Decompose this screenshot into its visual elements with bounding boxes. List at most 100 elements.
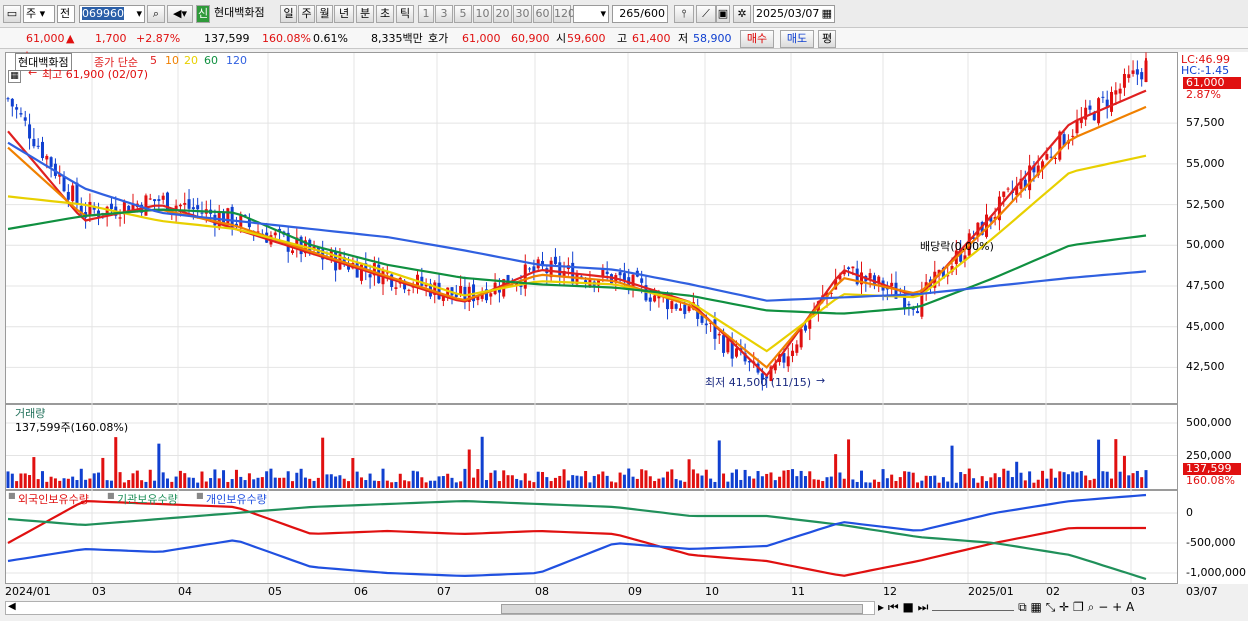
candle-body [648, 297, 652, 302]
x-tick-label: 10 [705, 585, 719, 598]
layout-icon[interactable]: ⧉ [1018, 600, 1027, 614]
volume-bar [597, 474, 601, 488]
horizontal-scrollbar[interactable]: ◀ [5, 601, 875, 615]
volume-bar [812, 479, 816, 488]
volume-bar [226, 481, 230, 488]
pan-icon[interactable]: ⤡ [1046, 600, 1056, 614]
volume-bar [842, 478, 846, 488]
volume-bar [760, 476, 764, 488]
candle-body [605, 271, 609, 275]
volume-bar [1140, 477, 1144, 488]
volume-bar [747, 476, 751, 488]
volume-bar [79, 468, 83, 488]
first-page-icon[interactable]: ⏮ [888, 600, 899, 614]
volume-bar [1036, 479, 1040, 488]
ma-line-5 [7, 89, 1147, 378]
x-tick-label: 04 [178, 585, 192, 598]
volume-bar [260, 477, 264, 488]
last-page-icon[interactable]: ⏭ [918, 600, 929, 614]
volume-bar [946, 481, 950, 488]
candle-body [653, 295, 657, 302]
volume-bar [666, 471, 670, 488]
x-tick-label: 09 [628, 585, 642, 598]
volume-bar [23, 473, 27, 488]
volume-bar [950, 445, 954, 488]
volume-bar [657, 478, 661, 488]
candle-body [217, 212, 221, 229]
grid-icon[interactable]: ▦ [1031, 600, 1042, 614]
volume-bar [394, 481, 398, 488]
volume-bar [506, 475, 510, 488]
volume-bar [407, 481, 411, 488]
volume-bar [291, 481, 294, 488]
volume-bar [334, 476, 338, 488]
volume-bar [1122, 455, 1126, 488]
volume-bar [454, 482, 458, 488]
volume-bar [372, 480, 376, 488]
volume-bar [670, 469, 674, 488]
calculator-icon[interactable]: ▦ [8, 70, 21, 83]
volume-bar [321, 437, 325, 488]
volume-bar [161, 472, 165, 488]
volume-bar [825, 477, 829, 488]
low-note: 최저 41,500 (11/15) [705, 376, 812, 389]
volume-bar [700, 475, 704, 488]
stop-icon[interactable]: ■ [903, 600, 914, 614]
volume-bar [62, 478, 66, 488]
candle-body [19, 113, 23, 115]
volume-bar [713, 481, 717, 488]
text-icon[interactable]: A [1126, 600, 1134, 614]
candle-body [1006, 188, 1010, 190]
candle-body [558, 262, 562, 276]
volume-bar [726, 481, 730, 488]
volume-bar [1045, 478, 1049, 488]
crosshair-icon[interactable]: ✛ [1059, 600, 1069, 614]
volume-bar [532, 482, 536, 488]
volume-bar [1079, 470, 1083, 488]
zoom-icon[interactable]: ⌕ [1088, 600, 1095, 614]
zoom-slider[interactable] [932, 610, 1015, 611]
y-tick-label: 52,500 [1186, 197, 1225, 211]
x-tick-label: 03 [1131, 585, 1145, 598]
volume-bar [743, 469, 747, 488]
volume-bar [84, 479, 88, 488]
volume-bar [928, 476, 932, 488]
candle-body [717, 333, 721, 336]
volume-bar [273, 477, 277, 488]
candle-body [734, 348, 738, 357]
x-tick-label: 05 [268, 585, 282, 598]
scroll-right-icon[interactable]: ▸ [878, 600, 884, 614]
scroll-left-icon[interactable]: ◀ [8, 601, 16, 612]
candle-body [1110, 91, 1114, 112]
zoom-in-icon[interactable]: + [1112, 600, 1122, 614]
volume-bar [829, 476, 833, 488]
volume-bar [838, 472, 842, 488]
volume-note: 137,599주(160.08%) [15, 421, 129, 434]
volume-bar [109, 480, 113, 488]
volume-bar [1101, 471, 1105, 488]
volume-bar [803, 476, 807, 488]
candle-body [916, 311, 920, 314]
zoom-out-icon[interactable]: − [1098, 600, 1108, 614]
volume-bar [463, 468, 467, 488]
scrollbar-thumb[interactable] [501, 604, 863, 614]
volume-bar [256, 477, 260, 488]
ma-legend-60: 60 [204, 54, 218, 67]
legend-institution: 기관보유수량 [117, 493, 178, 506]
y-tick-label: 55,000 [1186, 156, 1225, 170]
volume-bar [795, 476, 799, 488]
volume-bar [989, 477, 993, 488]
candle-body [118, 217, 122, 219]
volume-bar [286, 471, 290, 488]
candle-body [191, 207, 195, 210]
volume-bar [75, 480, 79, 488]
volume-bar [1135, 470, 1139, 488]
volume-bar [398, 473, 402, 488]
volume-bar [213, 469, 217, 488]
copy-icon[interactable]: ❐ [1073, 600, 1084, 614]
volume-bar [170, 481, 174, 488]
volume-bar [553, 477, 557, 488]
volume-bar [484, 480, 488, 488]
volume-bar [127, 480, 131, 488]
volume-bar [993, 473, 997, 488]
